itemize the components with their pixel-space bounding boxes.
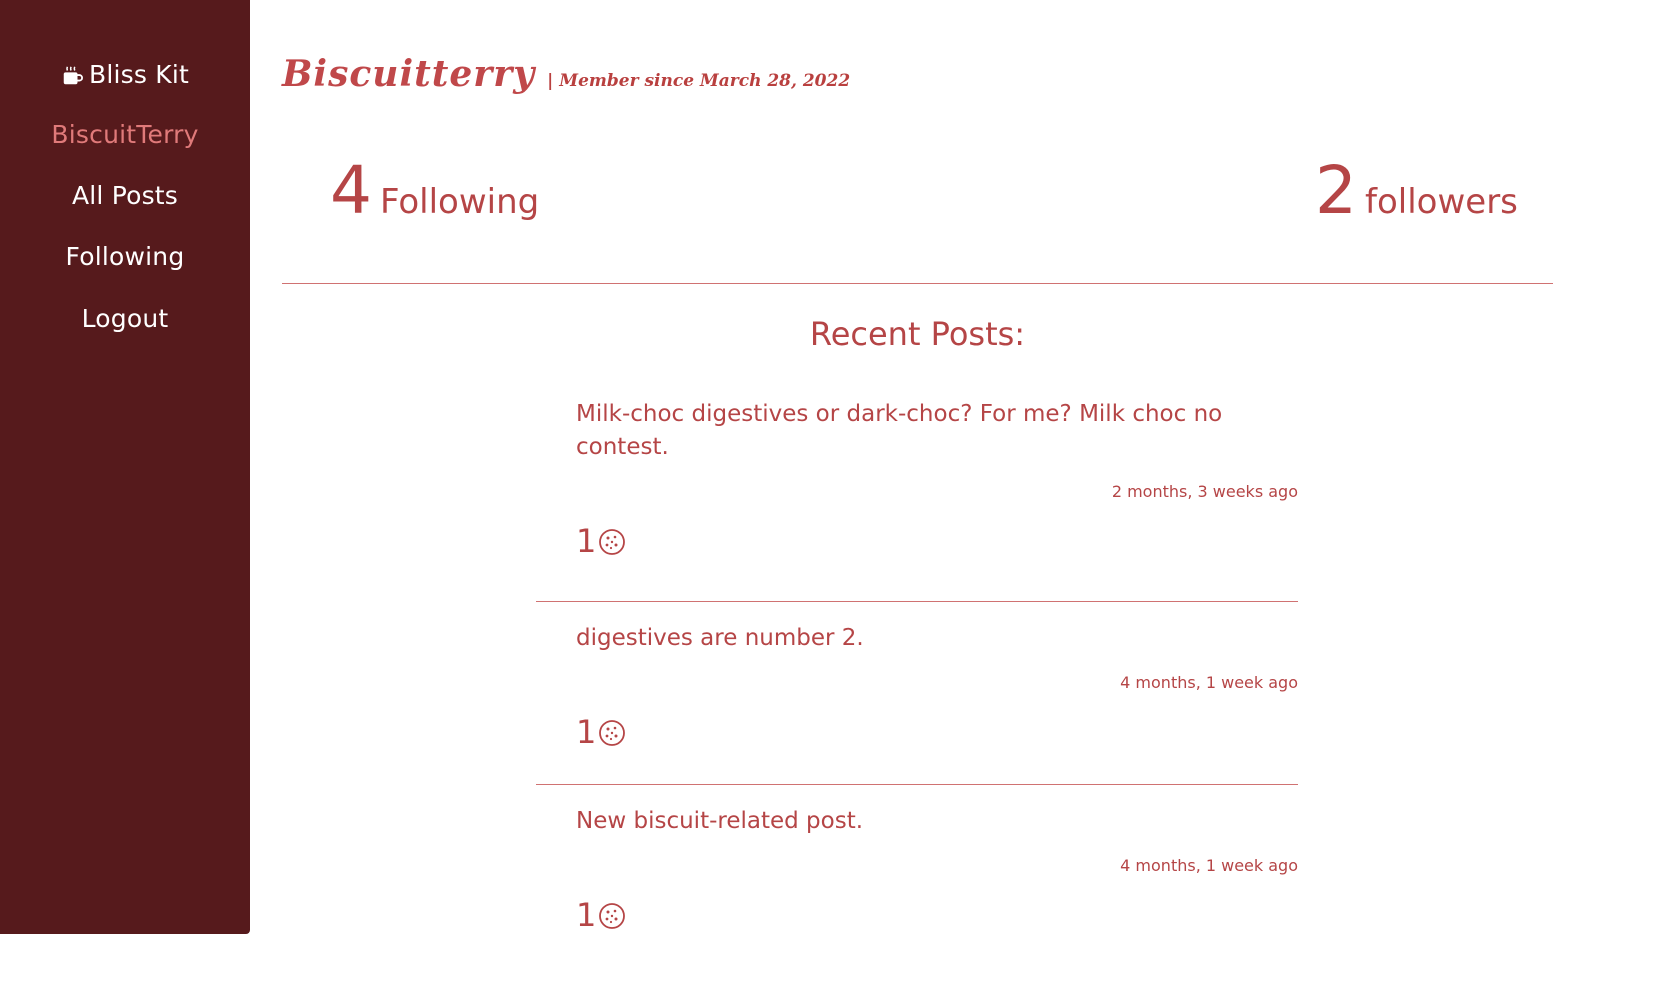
main-content: Biscuitterry | Member since March 28, 20… [250,0,1671,934]
nav-item-profile[interactable]: BiscuitTerry [0,120,250,149]
nav-item-following[interactable]: Following [0,242,250,271]
brand-name: Bliss Kit [89,60,189,89]
like-count: 1 [576,522,597,560]
post-item[interactable]: digestives are number 2. 4 months, 1 wee… [536,602,1298,785]
nav-item-logout[interactable]: Logout [0,304,250,333]
like-button[interactable]: 1 [576,712,1298,752]
brand-link[interactable]: Bliss Kit [0,60,250,89]
following-stat[interactable]: 4 Following [330,158,539,224]
post-item[interactable]: New biscuit-related post. 4 months, 1 we… [536,785,1298,985]
followers-stat[interactable]: 2 followers [1315,158,1518,224]
divider [282,283,1553,284]
post-item[interactable]: Milk-choc digestives or dark-choc? For m… [536,398,1298,602]
post-timestamp: 4 months, 1 week ago [1120,856,1298,875]
like-button[interactable]: 1 [576,895,1298,935]
post-text: New biscuit-related post. [576,808,864,834]
like-count: 1 [576,896,597,934]
followers-count: 2 [1315,152,1357,229]
following-count: 4 [330,152,372,229]
post-text: digestives are number 2. [576,625,864,651]
post-list: Milk-choc digestives or dark-choc? For m… [536,398,1298,985]
cookie-icon [599,529,626,555]
nav-item-all-posts[interactable]: All Posts [0,181,250,210]
profile-header: Biscuitterry | Member since March 28, 20… [282,53,850,95]
profile-username: Biscuitterry [282,53,536,95]
followers-label: followers [1365,182,1518,222]
sidebar: Bliss Kit BiscuitTerry All Posts Followi… [0,0,250,934]
coffee-cup-icon [63,66,83,84]
like-count: 1 [576,713,597,751]
post-text: Milk-choc digestives or dark-choc? For m… [576,401,1223,460]
cookie-icon [599,720,626,746]
recent-posts-title: Recent Posts: [809,315,1026,353]
cookie-icon [599,903,626,929]
member-since: | Member since March 28, 2022 [547,71,851,91]
like-button[interactable]: 1 [576,521,1298,561]
post-timestamp: 2 months, 3 weeks ago [1111,482,1298,501]
post-timestamp: 4 months, 1 week ago [1120,673,1298,692]
following-label: Following [380,182,540,222]
